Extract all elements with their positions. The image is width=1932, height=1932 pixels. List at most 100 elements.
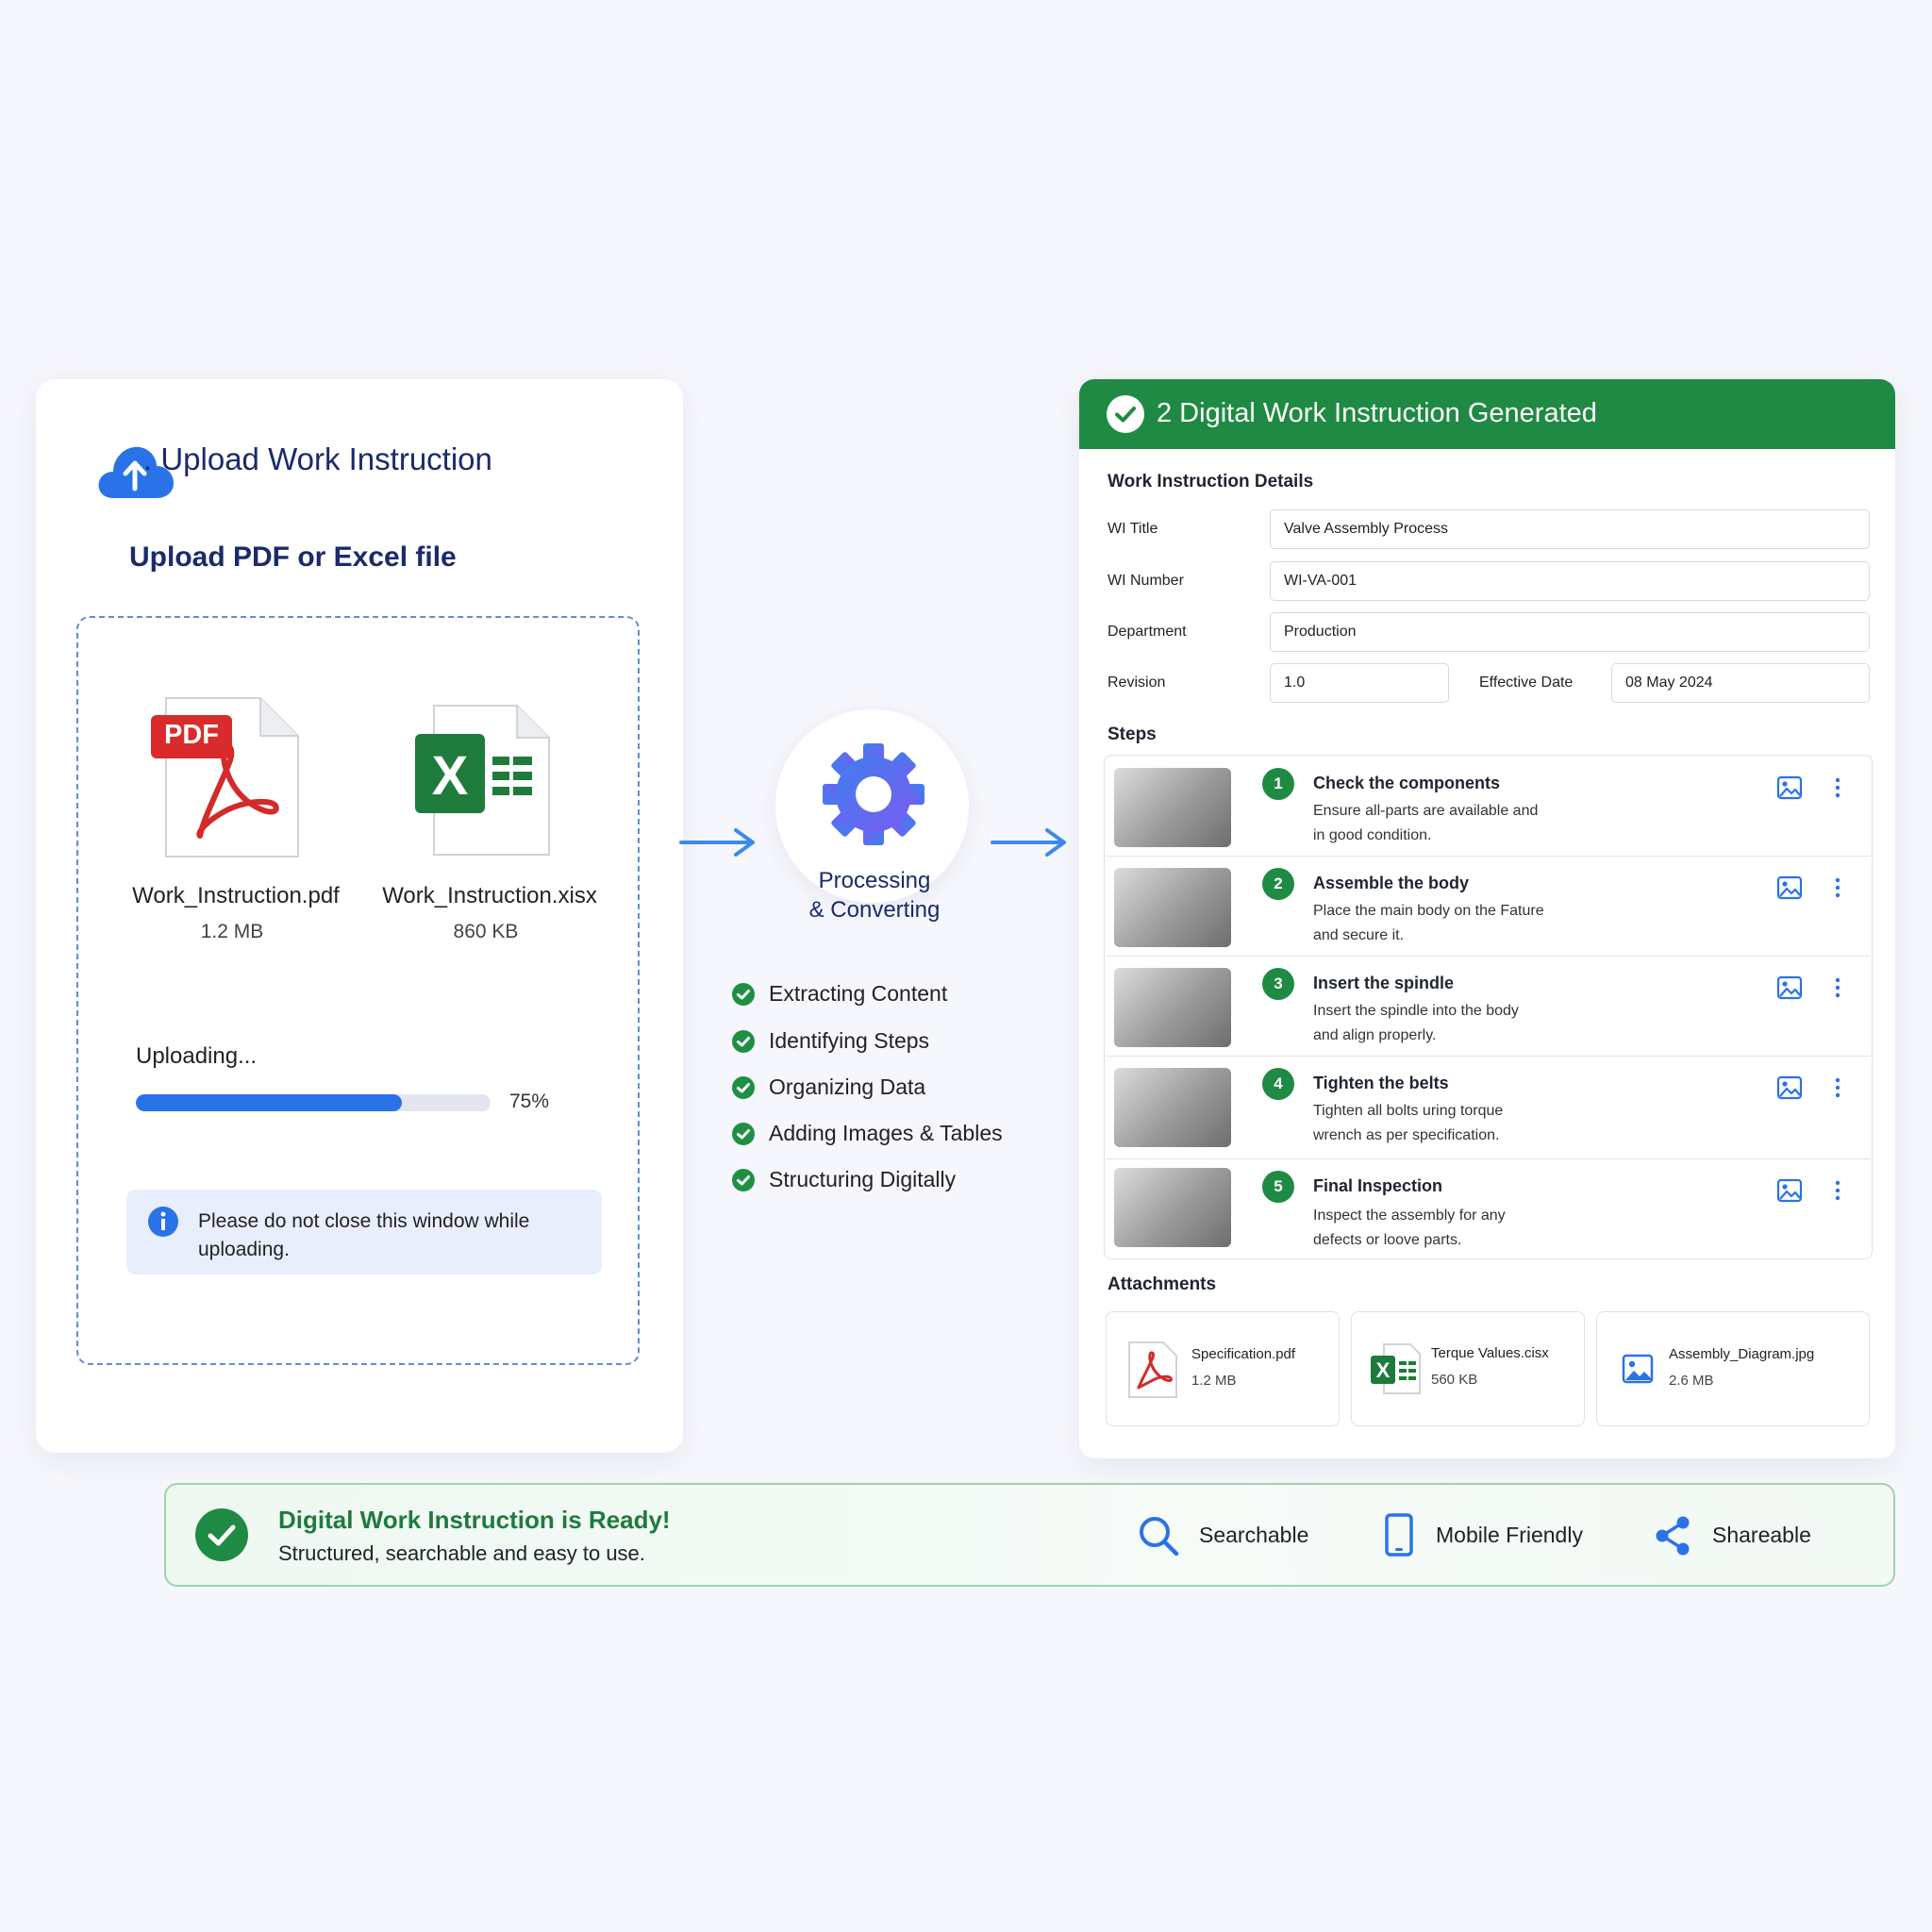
process-step-label: Structuring Digitally [769, 1167, 957, 1191]
file-size-excel: 860 KB [453, 921, 519, 942]
result-title: 2 Digital Work Instruction Generated [1157, 398, 1597, 428]
step-description: Tighten all bolts uring torque wrench as… [1313, 1099, 1596, 1148]
step-description: Ensure all-parts are available and in go… [1313, 799, 1596, 848]
step-row[interactable]: 1 Check the components Ensure all-parts … [1106, 757, 1871, 857]
wi-title-field[interactable]: Valve Assembly Process [1270, 509, 1870, 549]
wi-title-label: WI Title [1108, 521, 1158, 537]
feature-shareable: Shareable [1712, 1523, 1811, 1547]
step-row[interactable]: 5 Final Inspection Inspect the assembly … [1106, 1159, 1871, 1257]
step-thumbnail [1114, 868, 1231, 947]
excel-icon: X [1371, 1343, 1421, 1394]
image-icon [1622, 1354, 1654, 1384]
step-description-line: Place the main body on the Fature [1313, 903, 1544, 919]
excel-file-icon[interactable]: X [413, 702, 553, 858]
info-icon [148, 1207, 178, 1237]
pdf-icon [1128, 1341, 1177, 1398]
more-options-icon[interactable] [1834, 777, 1841, 798]
attachment-size: 560 KB [1431, 1372, 1478, 1388]
ready-banner [164, 1483, 1895, 1587]
gear-icon [823, 743, 924, 845]
process-step-label: Identifying Steps [769, 1028, 930, 1053]
effective-date-label: Effective Date [1479, 675, 1574, 691]
more-options-icon[interactable] [1834, 877, 1841, 898]
step-title: Tighten the belts [1313, 1074, 1449, 1092]
process-step-label: Extracting Content [769, 981, 948, 1006]
share-icon [1656, 1516, 1690, 1556]
effective-date-field[interactable]: 08 May 2024 [1611, 663, 1870, 703]
processing-label-line2: & Converting [808, 897, 941, 923]
step-description-line: defects or loove parts. [1313, 1232, 1462, 1248]
file-name-pdf: Work_Instruction.pdf [132, 883, 340, 908]
upload-notice-text: Please do not close this window while up… [198, 1210, 530, 1260]
step-title: Insert the spindle [1313, 974, 1455, 992]
step-title: Final Inspection [1313, 1176, 1443, 1195]
attachment-card[interactable]: Assembly_Diagram.jpg 2.6 MB [1596, 1311, 1870, 1426]
attachment-size: 1.2 MB [1191, 1373, 1237, 1389]
revision-label: Revision [1108, 675, 1166, 691]
wi-number-label: WI Number [1108, 573, 1184, 589]
step-description-line: and align properly. [1313, 1027, 1437, 1043]
processing-label: Processing & Converting [774, 866, 975, 924]
step-thumbnail [1114, 768, 1231, 847]
attachment-name: Terque Values.cisx [1431, 1345, 1549, 1361]
image-icon[interactable] [1776, 1178, 1803, 1203]
ready-subtitle: Structured, searchable and easy to use. [278, 1541, 645, 1565]
more-options-icon[interactable] [1834, 1180, 1841, 1201]
step-thumbnail [1114, 1168, 1231, 1247]
processing-label-line1: Processing [818, 868, 931, 893]
check-circle-icon [195, 1508, 248, 1561]
check-circle-icon [1107, 395, 1144, 433]
check-circle-icon [732, 1076, 755, 1099]
wi-number-field[interactable]: WI-VA-001 [1270, 561, 1870, 601]
step-number: 4 [1262, 1068, 1294, 1100]
step-title: Check the components [1313, 774, 1501, 792]
step-thumbnail [1114, 968, 1231, 1047]
upload-progress-bar [136, 1094, 491, 1111]
step-number: 2 [1262, 868, 1294, 900]
upload-title: . Upload Work Instruction [143, 441, 492, 476]
upload-progress-percent: 75% [509, 1091, 550, 1112]
step-description-line: Insert the spindle into the body [1313, 1003, 1519, 1019]
step-description-line: Ensure all-parts are available and [1313, 803, 1539, 819]
upload-subtitle: Upload PDF or Excel file [129, 541, 457, 573]
attachment-name: Specification.pdf [1191, 1346, 1296, 1362]
step-description-line: wrench as per specification. [1313, 1127, 1500, 1143]
department-label: Department [1108, 624, 1187, 640]
image-icon[interactable] [1776, 975, 1803, 1000]
step-row[interactable]: 3 Insert the spindle Insert the spindle … [1106, 957, 1871, 1057]
step-number: 1 [1262, 768, 1294, 800]
attachment-card[interactable]: Specification.pdf 1.2 MB [1106, 1311, 1340, 1426]
step-description-line: Tighten all bolts uring torque [1313, 1103, 1504, 1119]
step-row[interactable]: 2 Assemble the body Place the main body … [1106, 857, 1871, 957]
step-row[interactable]: 4 Tighten the belts Tighten all bolts ur… [1106, 1057, 1871, 1159]
uploading-status: Uploading... [136, 1043, 258, 1069]
step-description: Place the main body on the Fature and se… [1313, 899, 1596, 948]
department-field[interactable]: Production [1270, 612, 1870, 652]
image-icon[interactable] [1776, 1075, 1803, 1100]
revision-field[interactable]: 1.0 [1270, 663, 1449, 703]
step-description-line: and secure it. [1313, 927, 1405, 943]
more-options-icon[interactable] [1834, 1077, 1841, 1098]
flow-arrow-right-icon [991, 828, 1066, 857]
mobile-icon [1385, 1513, 1413, 1557]
pdf-badge-label: PDF [164, 720, 219, 750]
attachment-card[interactable]: X Terque Values.cisx 560 KB [1351, 1311, 1585, 1426]
step-title: Assemble the body [1313, 874, 1470, 892]
attachments-section-label: Attachments [1108, 1274, 1217, 1294]
step-number: 5 [1262, 1171, 1294, 1203]
step-description: Inspect the assembly for any defects or … [1313, 1204, 1596, 1253]
file-name-excel: Work_Instruction.xisx [382, 883, 597, 908]
step-description: Insert the spindle into the body and ali… [1313, 999, 1596, 1048]
image-icon[interactable] [1776, 875, 1803, 900]
step-thumbnail [1114, 1068, 1231, 1147]
step-description-line: in good condition. [1313, 827, 1432, 843]
details-section-label: Work Instruction Details [1108, 472, 1314, 491]
flow-arrow-right-icon [679, 828, 755, 857]
search-icon [1140, 1517, 1179, 1557]
image-icon[interactable] [1776, 775, 1803, 800]
attachment-name: Assembly_Diagram.jpg [1669, 1346, 1815, 1362]
file-size-pdf: 1.2 MB [200, 921, 264, 942]
more-options-icon[interactable] [1834, 977, 1841, 998]
svg-text:X: X [432, 745, 469, 807]
check-circle-icon [732, 1169, 755, 1191]
